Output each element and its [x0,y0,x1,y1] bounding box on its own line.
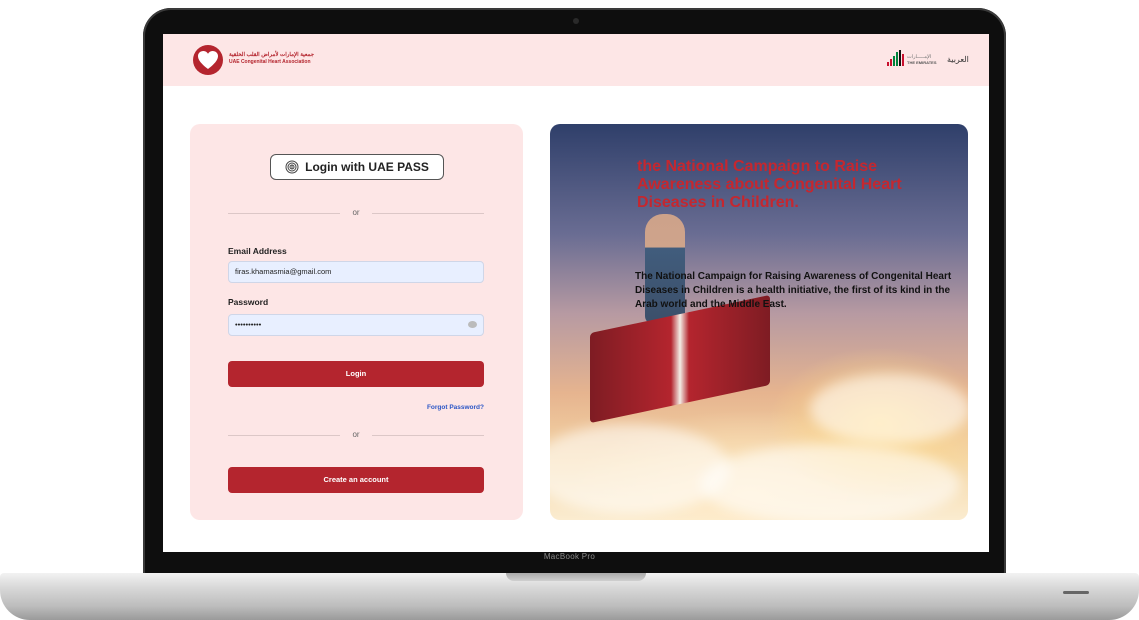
cloud-decoration [700,444,960,520]
login-button[interactable]: Login [228,361,484,387]
language-toggle[interactable]: العربية [947,55,969,64]
book-illustration [590,294,770,424]
uae-pass-label: Login with UAE PASS [305,160,429,174]
logo-english: UAE Congenital Heart Association [229,59,311,65]
the-emirates-logo: الإمـــــارات THE EMIRATES [887,50,936,66]
header-bar: جمعية الإمارات لأمراض القلب الخلقية UAE … [163,34,989,86]
email-field[interactable]: firas.khamasmia@gmail.com [228,261,484,283]
laptop-base [0,573,1139,620]
divider-or-2: or [228,429,484,441]
logo-text: جمعية الإمارات لأمراض القلب الخلقية UAE … [229,52,314,66]
cloud-decoration [810,374,968,444]
forgot-password-link[interactable]: Forgot Password? [228,404,484,411]
hero-body: The National Campaign for Raising Awaren… [635,271,952,310]
emirates-text: الإمـــــارات THE EMIRATES [907,54,936,66]
divider-or-label: or [352,208,360,217]
base-notch [506,573,646,581]
password-value: •••••••••• [235,320,262,329]
screen: جمعية الإمارات لأمراض القلب الخلقية UAE … [163,34,989,552]
bezel-label: MacBook Pro [543,552,596,561]
show-password-icon[interactable] [468,321,477,328]
login-card: Login with UAE PASS or Email Address fir… [190,124,523,520]
password-field[interactable]: •••••••••• [228,314,484,336]
create-account-button[interactable]: Create an account [228,467,484,493]
hero-title: the National Campaign to Raise Awareness… [637,158,902,211]
divider-or-label-2: or [352,430,360,439]
emirates-bars-icon [887,50,904,66]
fingerprint-icon [285,160,299,174]
uae-pass-button[interactable]: Login with UAE PASS [270,154,444,180]
emirates-english: THE EMIRATES [907,60,937,65]
heart-logo-icon[interactable] [193,45,223,75]
email-label: Email Address [228,246,287,256]
cloud-decoration [550,424,730,514]
password-label: Password [228,297,269,307]
camera-icon [573,18,579,24]
hero-panel: the National Campaign to Raise Awareness… [550,124,968,520]
logo-arabic: جمعية الإمارات لأمراض القلب الخلقية [229,52,315,58]
divider-or: or [228,207,484,219]
base-slot [1063,591,1089,594]
